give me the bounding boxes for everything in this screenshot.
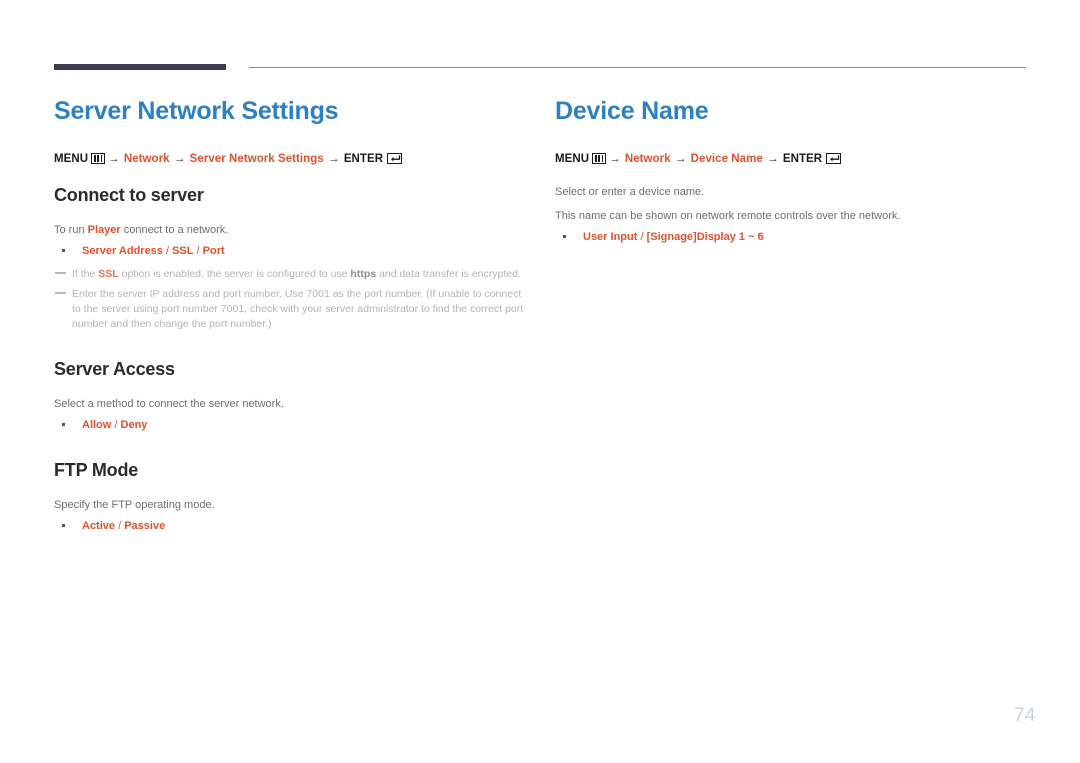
menu-grid-icon	[592, 153, 607, 164]
device-name-description-1: Select or enter a device name.	[555, 186, 705, 198]
list-item[interactable]: User Input / [Signage]Display 1 ~ 6	[555, 229, 1035, 245]
option-signage-display: [Signage]Display 1 ~ 6	[646, 231, 764, 243]
menu-path-item-network[interactable]: Network	[625, 153, 671, 165]
enter-label: ENTER	[782, 153, 823, 165]
bullet-dot-icon	[62, 423, 65, 426]
header-rule-thin	[249, 67, 1026, 68]
option-passive: Passive	[124, 520, 166, 532]
note-ssl: If the SSL option is enabled, the server…	[54, 267, 524, 282]
list-item[interactable]: Server Address / SSL / Port	[54, 243, 524, 259]
option-separator: /	[637, 231, 647, 243]
path-arrow-1: →	[609, 153, 621, 165]
section3-options-list: Active / Passive	[54, 518, 524, 534]
manual-page: Server Network Settings MENU → Network → …	[0, 0, 1080, 763]
note-text-2: option is enabled, the server is configu…	[118, 268, 351, 280]
page-title-right: Device Name	[555, 97, 709, 125]
section3-description: Specify the FTP operating mode.	[54, 499, 215, 511]
note-text-port: Enter the server IP address and port num…	[72, 288, 524, 330]
option-separator: /	[162, 245, 173, 257]
header-rule-thick	[54, 64, 226, 70]
page-number: 74	[1013, 705, 1036, 726]
enter-return-icon	[826, 153, 842, 164]
device-name-description-2: This name can be shown on network remote…	[555, 210, 901, 222]
page-header-rules	[0, 0, 1080, 80]
path-arrow-3: →	[767, 153, 779, 165]
menu-path-item-server-network-settings[interactable]: Server Network Settings	[190, 153, 324, 165]
menu-label: MENU	[555, 153, 590, 165]
option-server-address: Server Address	[82, 245, 163, 257]
section-heading-connect-to-server: Connect to server	[54, 185, 204, 205]
option-ssl: SSL	[172, 245, 194, 257]
bullet-dot-icon	[62, 524, 65, 527]
note-dash-icon	[55, 272, 66, 274]
menu-path-left: MENU → Network → Server Network Settings …	[54, 152, 524, 167]
right-column: Device Name MENU → Network → Device Name …	[555, 96, 1035, 245]
desc-pre: To run	[54, 224, 88, 236]
menu-path-item-network[interactable]: Network	[124, 153, 170, 165]
left-column: Server Network Settings MENU → Network → …	[54, 96, 524, 534]
list-item[interactable]: Allow / Deny	[54, 417, 524, 433]
option-separator: /	[115, 520, 125, 532]
note-port-number: Enter the server IP address and port num…	[54, 287, 524, 332]
path-arrow-1: →	[108, 153, 120, 165]
section-heading-server-access: Server Access	[54, 359, 175, 379]
option-user-input: User Input	[583, 231, 638, 243]
note-text-3: and data transfer is encrypted.	[376, 268, 521, 280]
note-bold-https: https	[350, 268, 377, 280]
option-separator: /	[193, 245, 203, 257]
option-allow: Allow	[82, 419, 112, 431]
path-arrow-2: →	[173, 153, 186, 165]
option-active: Active	[82, 520, 116, 532]
note-dash-icon	[55, 292, 66, 294]
section-heading-ftp-mode: FTP Mode	[54, 460, 139, 480]
menu-grid-icon	[91, 153, 106, 164]
note-text-1: If the	[72, 268, 99, 280]
menu-label: MENU	[54, 153, 89, 165]
option-port: Port	[202, 245, 225, 257]
menu-path-item-device-name[interactable]: Device Name	[691, 153, 763, 165]
section2-description: Select a method to connect the server ne…	[54, 398, 284, 410]
note-accent-ssl: SSL	[98, 268, 119, 280]
enter-label: ENTER	[343, 153, 384, 165]
path-arrow-2: →	[674, 153, 687, 165]
device-name-options-list: User Input / [Signage]Display 1 ~ 6	[555, 229, 1035, 245]
enter-return-icon	[387, 153, 403, 164]
desc-post: connect to a network.	[120, 224, 229, 236]
section1-options-list: Server Address / SSL / Port	[54, 243, 524, 259]
bullet-dot-icon	[62, 249, 65, 252]
bullet-dot-icon	[563, 235, 566, 238]
page-title-left: Server Network Settings	[54, 97, 339, 125]
section1-description: To run Player connect to a network.	[54, 222, 524, 238]
path-arrow-3: →	[328, 153, 340, 165]
menu-path-right: MENU → Network → Device Name → ENTER	[555, 152, 1035, 167]
section2-options-list: Allow / Deny	[54, 417, 524, 433]
option-separator: /	[111, 419, 121, 431]
option-deny: Deny	[120, 419, 148, 431]
list-item[interactable]: Active / Passive	[54, 518, 524, 534]
desc-bold-player: Player	[87, 224, 121, 236]
